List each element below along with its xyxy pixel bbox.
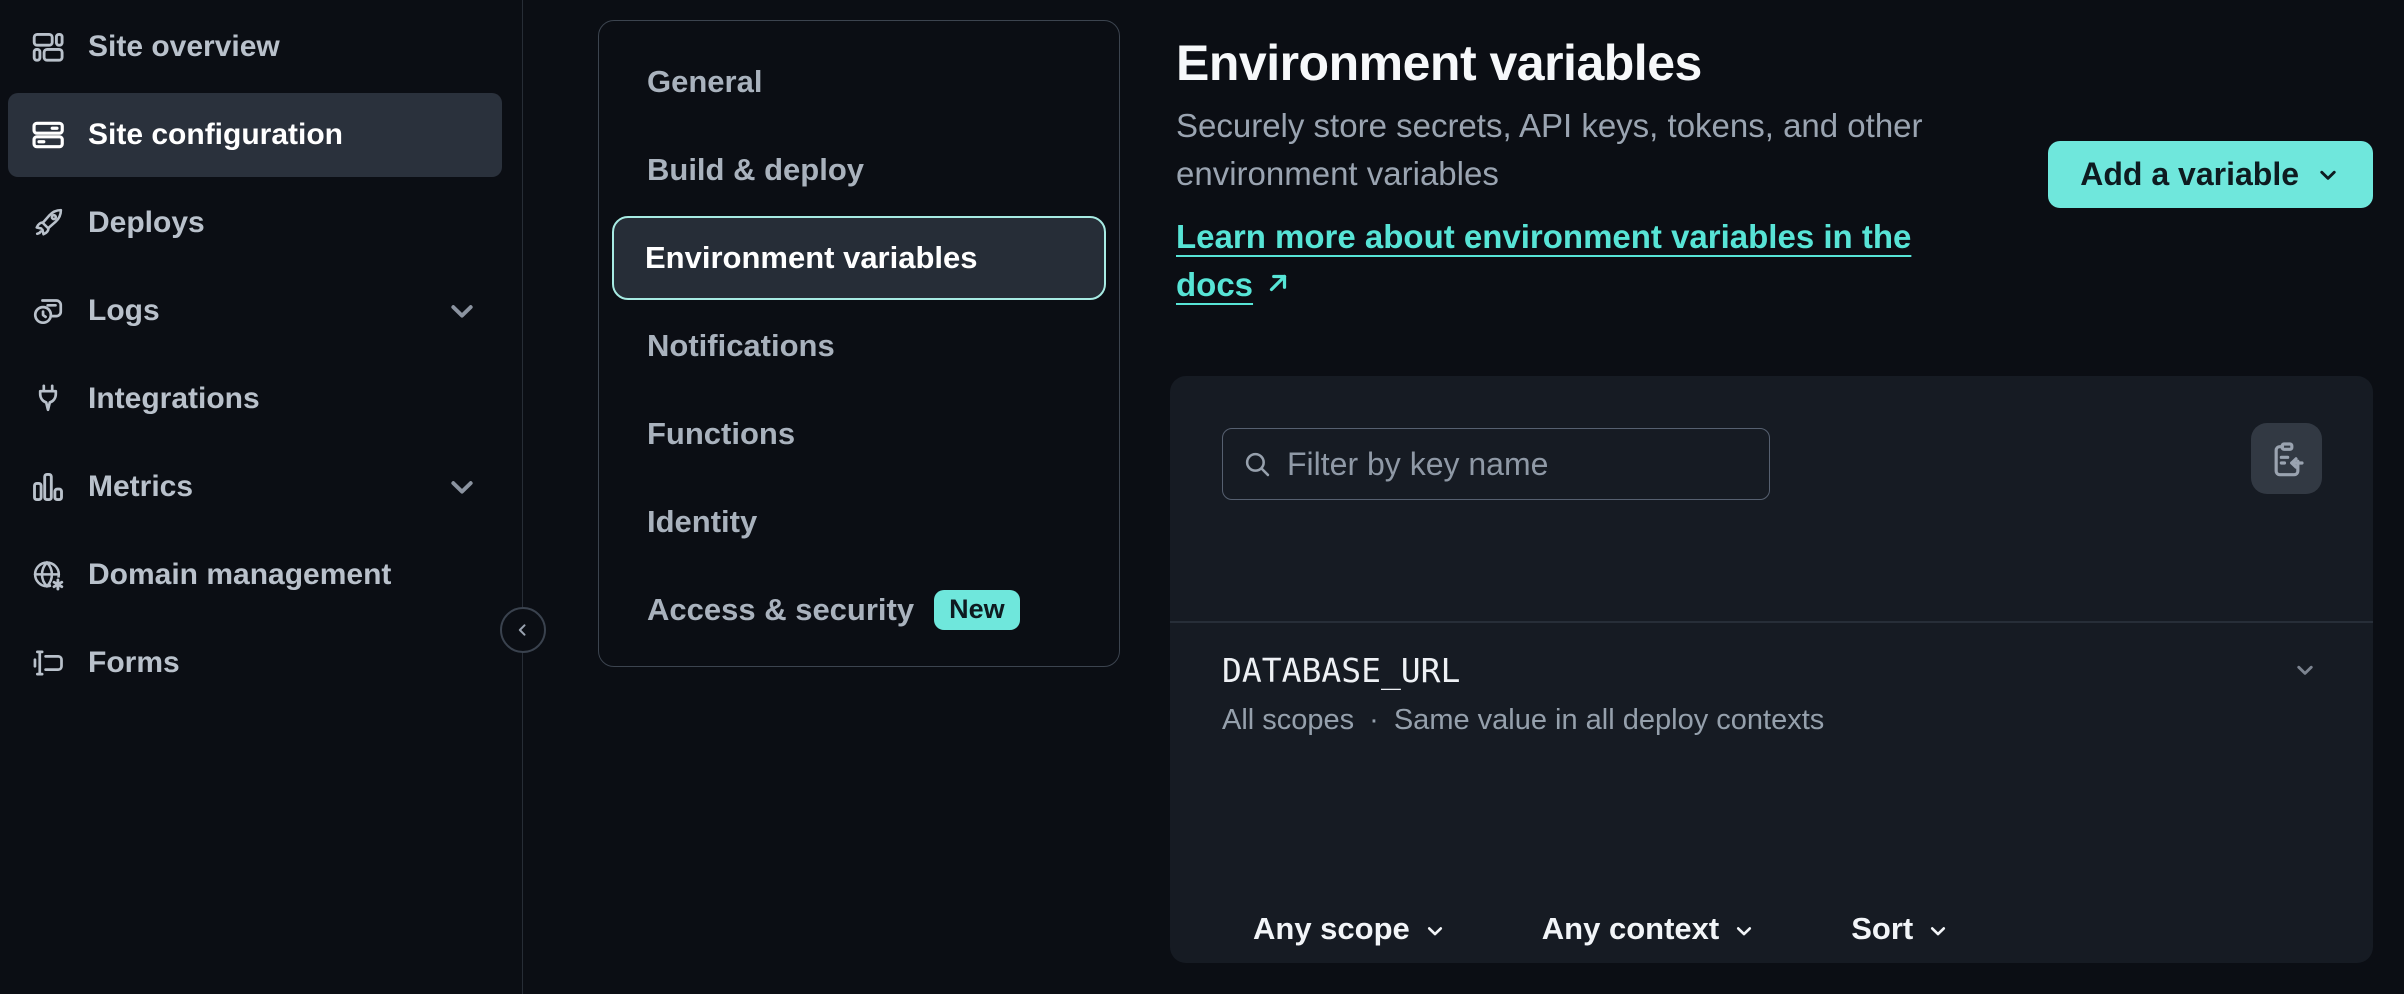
config-nav-item-notifications[interactable]: Notifications: [599, 302, 1119, 390]
filter-dropdown-row: Any scope Any context Sort: [1253, 900, 1950, 958]
env-var-context: Same value in all deploy contexts: [1394, 704, 1824, 737]
dropdown-label: Any context: [1542, 911, 1719, 947]
config-nav-item-label: Identity: [647, 504, 757, 540]
config-nav-item-label: Access & security: [647, 592, 914, 628]
logs-icon: [30, 293, 66, 329]
search-icon: [1241, 448, 1273, 480]
plug-icon: [30, 381, 66, 417]
sidebar-item-site-overview[interactable]: Site overview: [8, 5, 502, 89]
config-nav-item-label: Environment variables: [645, 240, 978, 276]
config-nav-item-label: Notifications: [647, 328, 835, 364]
clipboard-import-icon: [2267, 439, 2307, 479]
chevron-down-icon: [1732, 919, 1756, 943]
sidebar-item-logs[interactable]: Logs: [8, 269, 502, 353]
bar-chart-icon: [30, 469, 66, 505]
chevron-down-icon: [444, 293, 480, 329]
env-var-row[interactable]: DATABASE_URL All scopes · Same value in all…: [1170, 623, 2373, 767]
chevron-down-icon: [1423, 919, 1447, 943]
chevron-down-icon[interactable]: [2292, 657, 2318, 683]
filter-input[interactable]: [1287, 446, 1751, 483]
config-nav-item-identity[interactable]: Identity: [599, 478, 1119, 566]
config-nav-item-build-deploy[interactable]: Build & deploy: [599, 126, 1119, 214]
dropdown-label: Sort: [1851, 911, 1913, 947]
config-nav-item-general[interactable]: General: [599, 38, 1119, 126]
config-nav-item-label: Build & deploy: [647, 152, 864, 188]
chevron-down-icon: [2315, 162, 2341, 188]
env-var-scope: All scopes: [1222, 704, 1354, 737]
sidebar-item-integrations[interactable]: Integrations: [8, 357, 502, 441]
server-icon: [30, 117, 66, 153]
form-icon: [30, 645, 66, 681]
sidebar-item-label: Integrations: [88, 382, 260, 416]
main-content: Environment variables Securely store sec…: [1170, 0, 2373, 994]
sidebar-item-domain-management[interactable]: Domain management: [8, 533, 502, 617]
import-env-button[interactable]: [2251, 423, 2322, 494]
chevron-down-icon: [1926, 919, 1950, 943]
config-nav-item-label: General: [647, 64, 762, 100]
sidebar-nav: Site overview Site configuration Deploys Lo…: [0, 5, 522, 705]
new-badge: New: [934, 590, 1020, 630]
any-scope-dropdown[interactable]: Any scope: [1253, 900, 1447, 958]
grid-icon: [30, 29, 66, 65]
sidebar-item-label: Forms: [88, 646, 180, 680]
config-nav-item-access-security[interactable]: Access & security New: [599, 566, 1119, 654]
sidebar-item-label: Deploys: [88, 206, 205, 240]
page-description: Securely store secrets, API keys, tokens…: [1176, 102, 1976, 198]
env-vars-panel: Any scope Any context Sort DATABASE_URL All…: [1170, 376, 2373, 963]
meta-separator: ·: [1369, 704, 1379, 737]
sidebar: Site overview Site configuration Deploys Lo…: [0, 0, 523, 994]
config-nav-item-functions[interactable]: Functions: [599, 390, 1119, 478]
env-var-meta: All scopes · Same value in all deploy cont…: [1222, 704, 2321, 737]
site-configuration-nav: General Build & deploy Environment variabl…: [598, 20, 1120, 667]
env-var-key: DATABASE_URL: [1222, 651, 2321, 690]
sort-dropdown[interactable]: Sort: [1851, 900, 1950, 958]
rocket-icon: [30, 205, 66, 241]
chevron-down-icon: [444, 469, 480, 505]
sidebar-item-deploys[interactable]: Deploys: [8, 181, 502, 265]
any-context-dropdown[interactable]: Any context: [1542, 900, 1756, 958]
env-vars-list: DATABASE_URL All scopes · Same value in all…: [1170, 623, 2373, 767]
sidebar-item-site-configuration[interactable]: Site configuration: [8, 93, 502, 177]
external-link-icon: [1263, 268, 1293, 298]
sidebar-item-label: Site overview: [88, 30, 280, 64]
sidebar-item-forms[interactable]: Forms: [8, 621, 502, 705]
dropdown-label: Any scope: [1253, 911, 1410, 947]
chevron-left-icon: [513, 620, 533, 640]
add-variable-label: Add a variable: [2080, 156, 2299, 193]
config-nav-item-label: Functions: [647, 416, 795, 452]
add-variable-button[interactable]: Add a variable: [2048, 141, 2373, 208]
sidebar-item-label: Metrics: [88, 470, 193, 504]
globe-icon: [30, 557, 66, 593]
sidebar-item-label: Domain management: [88, 558, 391, 592]
filter-input-wrapper: [1222, 428, 1770, 500]
sidebar-item-metrics[interactable]: Metrics: [8, 445, 502, 529]
page-title: Environment variables: [1176, 34, 1702, 92]
config-nav-item-environment-variables[interactable]: Environment variables: [612, 216, 1106, 300]
sidebar-item-label: Site configuration: [88, 118, 343, 152]
app-root: Site overview Site configuration Deploys Lo…: [0, 0, 2404, 994]
sidebar-item-label: Logs: [88, 294, 160, 328]
sidebar-collapse-button[interactable]: [500, 607, 546, 653]
docs-link[interactable]: Learn more about environment variables i…: [1176, 213, 1926, 309]
